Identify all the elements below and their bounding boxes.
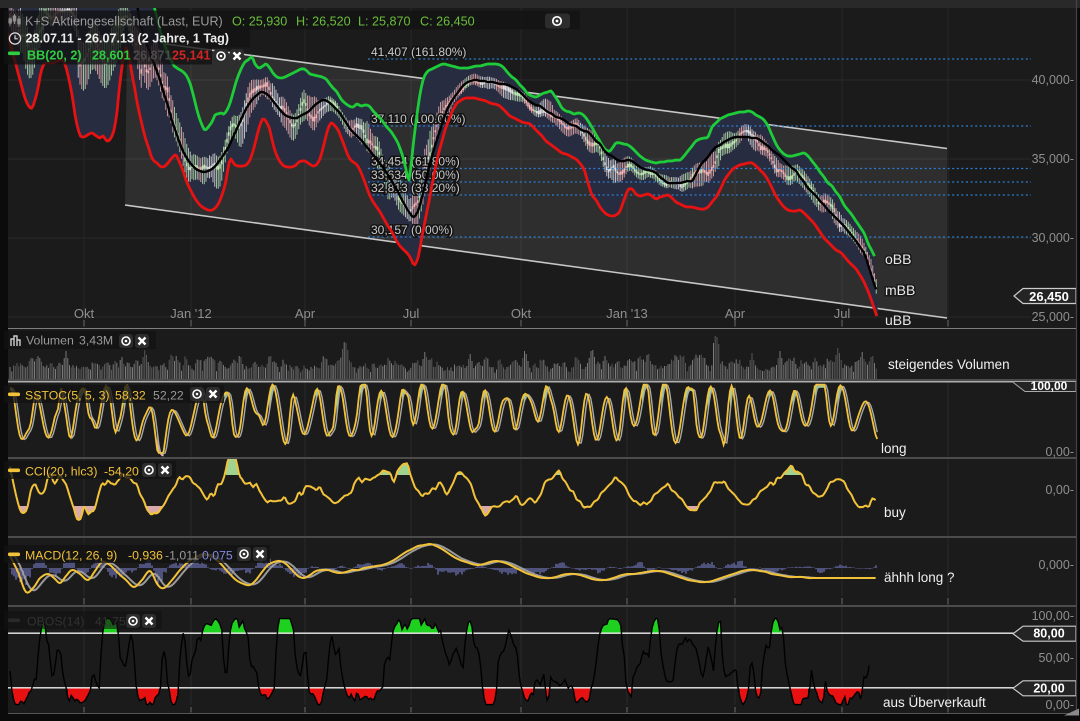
svg-text:BB(20, 2): BB(20, 2) <box>27 49 82 63</box>
svg-text:Jan '13: Jan '13 <box>606 306 648 321</box>
svg-text:34,454 (61.80%): 34,454 (61.80%) <box>371 155 460 169</box>
svg-text:SSTOC(5, 5, 3)58,3252,22: SSTOC(5, 5, 3) 58,32 52,22 <box>25 389 184 403</box>
svg-text:oBB: oBB <box>885 251 911 267</box>
svg-text:Apr: Apr <box>295 306 316 321</box>
svg-text:OBOS(14)41,75: OBOS(14) 41,75 <box>27 615 126 629</box>
svg-text:0,000-: 0,000- <box>1039 558 1074 572</box>
svg-text:28.07.11 - 26.07.13 (2 Jahre,: 28.07.11 - 26.07.13 (2 Jahre, 1 Tag) <box>26 32 230 46</box>
svg-text:100,00: 100,00 <box>1031 379 1068 393</box>
svg-text:Okt: Okt <box>74 306 95 321</box>
svg-text:mBB: mBB <box>885 282 915 298</box>
svg-text:26,871: 26,871 <box>133 49 172 63</box>
svg-text:CCI(20, hlc3)-54,20: CCI(20, hlc3) -54,20 <box>25 465 139 479</box>
svg-text:0,00-: 0,00- <box>1046 483 1075 497</box>
svg-text:25,141: 25,141 <box>172 49 211 63</box>
svg-text:80,00: 80,00 <box>1033 627 1064 641</box>
svg-text:40,000-: 40,000- <box>1032 73 1074 87</box>
svg-text:Volumen3,43M: Volumen 3,43M <box>26 334 113 348</box>
svg-text:26,450: 26,450 <box>1029 289 1069 304</box>
svg-text:30,000-: 30,000- <box>1032 231 1074 245</box>
svg-text:25,000-: 25,000- <box>1032 310 1074 324</box>
svg-text:buy: buy <box>884 505 906 520</box>
svg-text:ähhh long ?: ähhh long ? <box>884 570 955 585</box>
svg-text:30,157 (0.00%): 30,157 (0.00%) <box>371 223 453 237</box>
svg-text:K+S Aktiengesellschaft (Last,: K+S Aktiengesellschaft (Last, EUR) <box>25 15 223 29</box>
svg-text:long: long <box>881 441 907 456</box>
svg-text:0,00-: 0,00- <box>1046 698 1075 712</box>
svg-text:0,00-: 0,00- <box>1046 445 1075 459</box>
svg-text:Jul: Jul <box>403 306 420 321</box>
svg-text:Jul: Jul <box>834 306 851 321</box>
svg-text:32,813 (38.20%): 32,813 (38.20%) <box>371 181 460 195</box>
svg-text:100,00-: 100,00- <box>1032 609 1074 623</box>
svg-text:aus Überverkauft: aus Überverkauft <box>883 695 986 710</box>
svg-text:50,00-: 50,00- <box>1039 651 1074 665</box>
svg-text:28,601: 28,601 <box>92 49 131 63</box>
svg-text:Okt: Okt <box>511 306 532 321</box>
svg-text:Jan '12: Jan '12 <box>170 306 212 321</box>
svg-text:steigendes Volumen: steigendes Volumen <box>888 357 1010 372</box>
svg-text:MACD(12, 26, 9)-0,936-1,0110,0: MACD(12, 26, 9) -0,936 -1,011 0,075 <box>25 549 233 563</box>
svg-text:41,407 (161.80%): 41,407 (161.80%) <box>371 45 466 59</box>
svg-text:Apr: Apr <box>725 306 746 321</box>
svg-text:20,00: 20,00 <box>1033 681 1064 695</box>
svg-text:35,000-: 35,000- <box>1032 152 1074 166</box>
svg-text:uBB: uBB <box>885 312 911 328</box>
